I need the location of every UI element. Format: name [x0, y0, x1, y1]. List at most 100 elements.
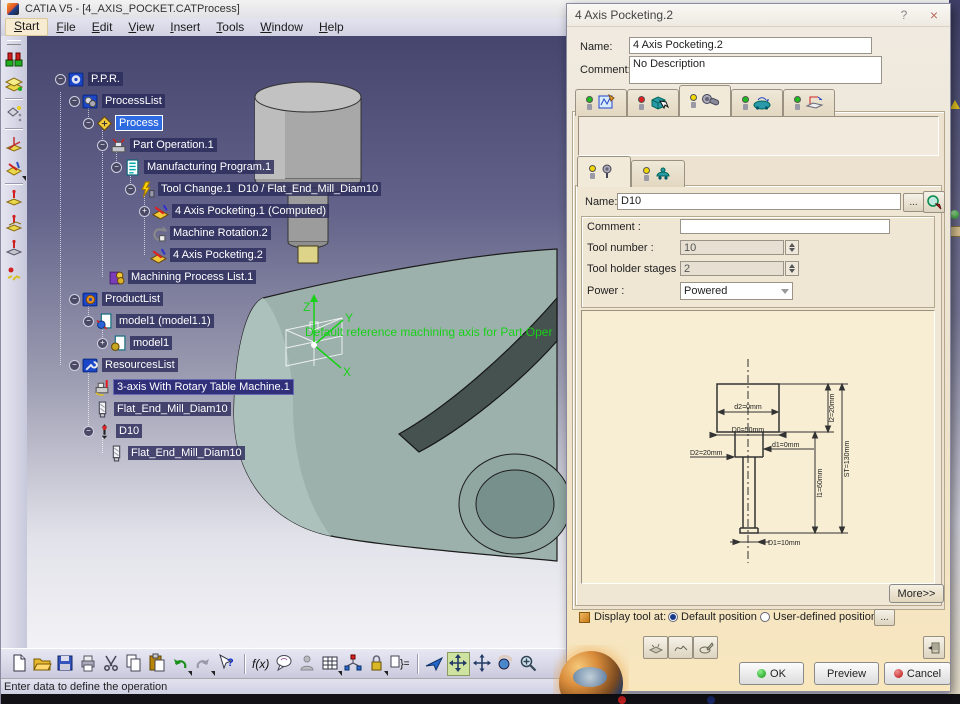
toolbar-grip[interactable] [7, 40, 21, 45]
tree-row[interactable]: 4 Axis Pocketing.2 [139, 244, 266, 266]
tree-row[interactable]: − Manufacturing Program.1 [111, 156, 275, 178]
tree-item-label[interactable]: model1 (model1.1) [116, 314, 214, 328]
tree-item-label[interactable]: ResourcesList [102, 358, 178, 372]
collapse-knob[interactable]: − [125, 183, 136, 195]
menu-item-edit[interactable]: Edit [84, 19, 121, 35]
tool-holder-input[interactable]: 2 [680, 261, 784, 276]
tree-item-label[interactable]: Process [115, 115, 163, 131]
more-button[interactable]: More>> [889, 584, 944, 603]
rotate-icon[interactable] [495, 653, 516, 675]
tool-assembly-sub-tab[interactable] [631, 160, 685, 187]
roughing-icon[interactable] [3, 213, 25, 235]
tree-row[interactable]: − ProcessList [69, 90, 165, 112]
tree-item-label[interactable]: D10 [116, 424, 143, 438]
cancel-button[interactable]: Cancel [884, 662, 951, 685]
dropdown-arrow-icon[interactable] [188, 670, 192, 676]
taskbar-icon-red[interactable] [618, 696, 626, 704]
dropdown-arrow-icon[interactable] [22, 176, 26, 181]
person-icon[interactable] [297, 653, 318, 675]
tree-row[interactable]: 3-axis With Rotary Table Machine.1 [83, 376, 294, 398]
expand-knob[interactable]: + [97, 337, 108, 349]
dropdown-arrow-icon[interactable] [338, 670, 342, 676]
tree-item-label[interactable]: Machining Process List.1 [128, 270, 257, 284]
parameters-icon[interactable]: }= [389, 653, 410, 675]
tree-item-label[interactable]: 3-axis With Rotary Table Machine.1 [113, 379, 294, 395]
display-tool-checkbox[interactable] [579, 612, 590, 623]
save-icon[interactable] [55, 653, 76, 675]
new-document-icon[interactable] [9, 653, 30, 675]
menu-item-view[interactable]: View [120, 19, 162, 35]
tool-comment-input[interactable] [680, 219, 890, 234]
machining-axis-icon[interactable] [3, 103, 25, 125]
collapse-knob[interactable]: − [55, 73, 66, 85]
menu-item-tools[interactable]: Tools [208, 19, 252, 35]
taskbar-icon-blue[interactable] [707, 696, 715, 704]
expand-knob[interactable]: + [139, 205, 150, 217]
dropdown-arrow-icon[interactable] [211, 670, 215, 676]
collapse-knob[interactable]: − [111, 161, 122, 173]
tree-row[interactable]: − P.P.R. [55, 68, 123, 90]
collapse-knob[interactable]: − [83, 117, 94, 129]
tree-item-label[interactable]: Part Operation.1 [130, 138, 217, 152]
tree-row[interactable]: Machining Process List.1 [97, 266, 257, 288]
preview-button[interactable]: Preview [814, 662, 879, 685]
tree-row[interactable]: − model1 (model1.1) [83, 310, 214, 332]
knowledge-advisor-icon[interactable] [274, 653, 295, 675]
tree-row[interactable]: − ResourcesList [69, 354, 178, 376]
undo-icon[interactable] [170, 653, 192, 676]
power-select[interactable]: Powered [680, 282, 793, 300]
stock-icon[interactable] [3, 73, 25, 95]
redo-icon[interactable] [193, 653, 215, 676]
tree-item-label[interactable]: Flat_End_Mill_Diam10 [114, 402, 231, 416]
tree-item-label[interactable]: Manufacturing Program.1 [144, 160, 275, 174]
collapse-knob[interactable]: − [97, 139, 108, 151]
design-table-icon[interactable] [320, 653, 342, 676]
tree-row[interactable]: − ProductList [69, 288, 164, 310]
collapse-knob[interactable]: − [69, 293, 80, 305]
tree-row[interactable]: Machine Rotation.2 [139, 222, 271, 244]
profile-contouring-icon[interactable] [3, 238, 25, 260]
fly-mode-icon[interactable] [424, 653, 445, 675]
paste-icon[interactable] [147, 653, 168, 675]
collapse-knob[interactable]: − [69, 359, 80, 371]
tree-row[interactable]: − Part Operation.1 [97, 134, 217, 156]
ok-button[interactable]: OK [739, 662, 804, 685]
tree-row[interactable]: − Tool Change.1 D10 / Flat_End_Mill_Diam1… [125, 178, 382, 200]
copy-icon[interactable] [124, 653, 145, 675]
tool-name-input[interactable]: D10 [617, 193, 901, 210]
tool-holder-spinner[interactable] [785, 261, 799, 276]
tree-item-label[interactable]: Flat_End_Mill_Diam10 [128, 446, 245, 460]
menu-item-insert[interactable]: Insert [162, 19, 208, 35]
menu-item-window[interactable]: Window [252, 19, 311, 35]
product-graph-icon[interactable] [343, 653, 364, 675]
menu-item-help[interactable]: Help [311, 19, 352, 35]
tree-item-label[interactable]: 4 Axis Pocketing.1 (Computed) [172, 204, 330, 218]
pocketing-icon[interactable] [3, 158, 26, 181]
collapse-knob[interactable]: − [83, 315, 94, 327]
zoom-in-icon[interactable] [518, 653, 539, 675]
menu-item-start[interactable]: Start [5, 18, 49, 36]
part-machining-icon[interactable] [3, 48, 25, 70]
tree-item-label[interactable]: model1 [130, 336, 173, 350]
tree-item-label[interactable]: ProductList [102, 292, 164, 306]
pan-icon[interactable] [472, 653, 493, 675]
tool-query-button[interactable] [923, 191, 945, 213]
multi-axis-flank-icon[interactable] [3, 263, 25, 285]
tree-row[interactable]: +4 Axis Pocketing.1 (Computed) [139, 200, 330, 222]
lock-icon[interactable] [366, 653, 388, 676]
tool-number-spinner[interactable] [785, 240, 799, 255]
position-browse-button[interactable]: ... [874, 609, 895, 626]
tree-item-label[interactable]: ProcessList [102, 94, 165, 108]
tool-browse-button[interactable]: ... [903, 193, 924, 212]
tree-row[interactable]: − Process [83, 112, 163, 134]
collapse-knob[interactable]: − [69, 95, 80, 107]
collapse-knob[interactable]: − [83, 425, 94, 437]
tree-item-label[interactable]: P.P.R. [88, 72, 123, 86]
fit-all-in-icon[interactable] [447, 651, 470, 676]
dropdown-arrow-icon[interactable] [384, 670, 388, 676]
tree-row[interactable]: Flat_End_Mill_Diam10 [83, 398, 231, 420]
default-position-radio[interactable] [668, 612, 678, 622]
open-folder-icon[interactable] [32, 653, 53, 675]
tree-item-label[interactable]: 4 Axis Pocketing.2 [170, 248, 266, 262]
tree-row[interactable]: − D10 [83, 420, 143, 442]
